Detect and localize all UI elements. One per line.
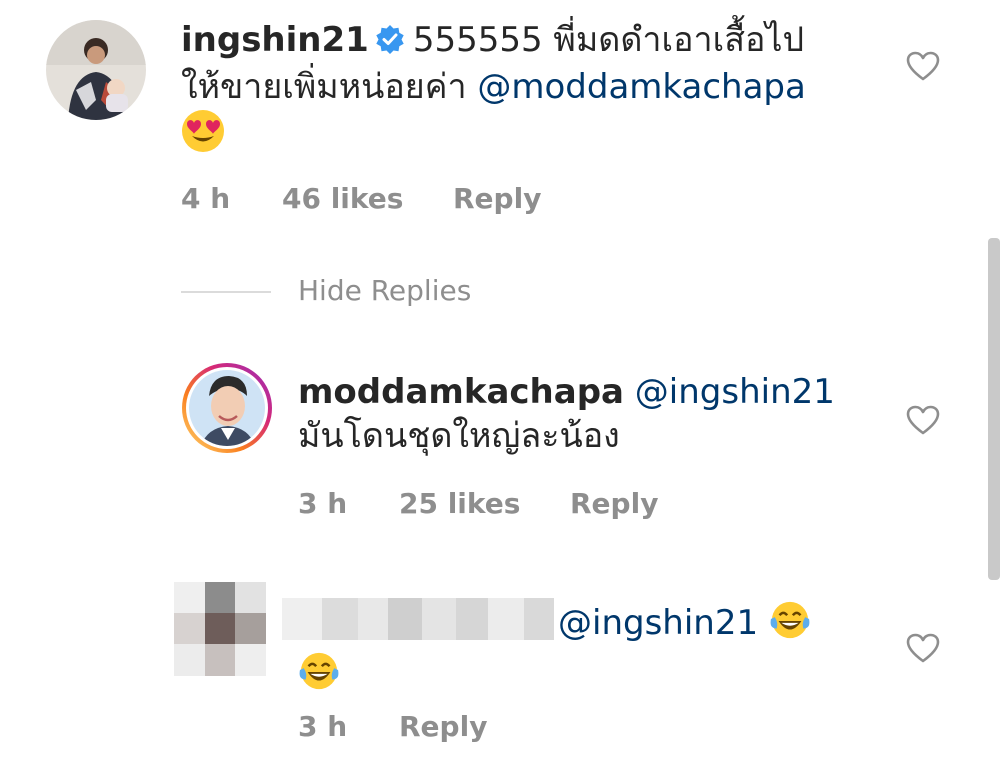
comment-time: 4 h [181,182,231,215]
reply-body: moddamkachapa @ingshin21 มันโดนชุดใหญ่ละ… [298,370,898,458]
comment-username[interactable]: ingshin21 [181,20,369,60]
mention-link[interactable]: @moddamkachapa [477,67,805,107]
avatar-ingshin21[interactable] [46,20,146,120]
hide-replies-line [181,291,271,293]
heart-outline-icon[interactable] [906,51,940,85]
reply-body: @ingshin21 [282,598,882,702]
heart-outline-icon[interactable] [906,633,940,667]
scrollbar-thumb[interactable] [988,238,1000,580]
comment-text-line2: ให้ขายเพิ่มหน่อยค่า [181,67,467,107]
comment-body: ingshin21 555555 พี่มดดำเอาเสื้อไป ให้ขาย… [181,18,881,164]
comment-likes[interactable]: 46 likes [282,182,403,215]
mention-link[interactable]: @ingshin21 [635,372,835,412]
reply-username[interactable]: moddamkachapa [298,372,624,412]
avatar-moddamkachapa[interactable] [181,362,273,454]
reply-button[interactable]: Reply [399,710,487,743]
tears-of-joy-emoji [769,600,811,651]
heart-eyes-emoji [181,109,225,164]
reply-button[interactable]: Reply [453,182,541,215]
reply-text: มันโดนชุดใหญ่ละน้อง [298,416,620,456]
avatar-blurred[interactable] [174,582,266,676]
tears-of-joy-emoji [298,651,340,702]
comment-meta: 4 h 46 likes Reply [181,182,581,216]
hide-replies-label[interactable]: Hide Replies [298,274,471,307]
reply-meta: 3 h Reply [298,710,598,744]
heart-outline-icon[interactable] [906,405,940,439]
mention-link[interactable]: @ingshin21 [558,603,758,643]
reply-button[interactable]: Reply [570,487,658,520]
comment-text-line1: 555555 พี่มดดำเอาเสื้อไป [412,20,805,60]
reply-meta: 3 h 25 likes Reply [298,487,698,521]
reply-time: 3 h [298,487,348,520]
reply-likes[interactable]: 25 likes [399,487,520,520]
verified-badge-icon [375,21,405,65]
reply-time: 3 h [298,710,348,743]
blurred-username[interactable] [282,598,554,640]
